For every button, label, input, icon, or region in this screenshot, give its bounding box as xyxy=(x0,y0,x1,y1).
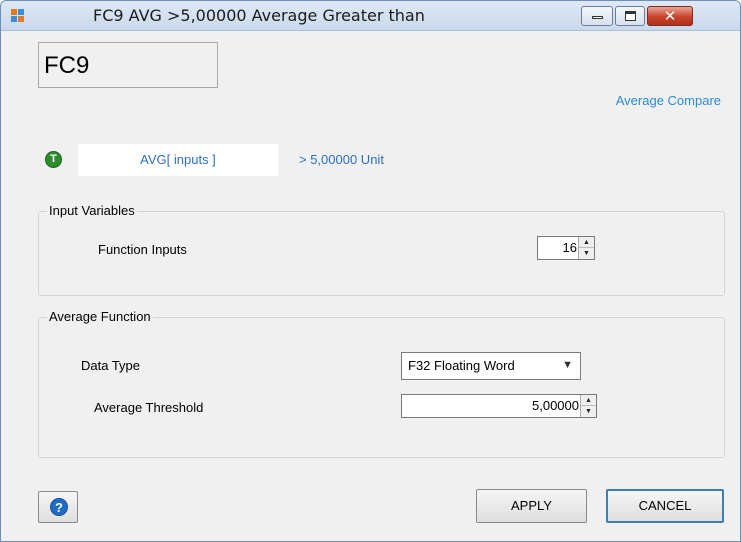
condition-text[interactable]: > 5,00000 Unit xyxy=(299,152,384,167)
close-icon: ✕ xyxy=(663,7,677,25)
maximize-icon xyxy=(625,11,636,21)
title-bar[interactable]: FC9 AVG >5,00000 Average Greater than ✕ xyxy=(1,1,740,31)
average-threshold-value[interactable]: 5,00000 xyxy=(532,398,579,413)
stepper-up-icon[interactable]: ▲ xyxy=(581,395,596,406)
cancel-button[interactable]: CANCEL xyxy=(606,489,724,523)
function-inputs-stepper[interactable]: 16 ▲ ▼ xyxy=(537,236,595,260)
window-title: FC9 AVG >5,00000 Average Greater than xyxy=(93,6,425,25)
stepper-up-icon[interactable]: ▲ xyxy=(579,237,594,248)
average-compare-link[interactable]: Average Compare xyxy=(616,93,721,108)
minimize-button[interactable] xyxy=(581,6,613,26)
minimize-icon xyxy=(592,16,603,19)
help-icon: ? xyxy=(50,498,68,516)
stepper-down-icon[interactable]: ▼ xyxy=(581,406,596,417)
chevron-down-icon: ▼ xyxy=(562,359,573,371)
help-button[interactable]: ? xyxy=(38,491,78,523)
close-button[interactable]: ✕ xyxy=(647,6,693,26)
average-threshold-label: Average Threshold xyxy=(94,400,204,415)
stepper-down-icon[interactable]: ▼ xyxy=(579,248,594,259)
status-t-icon: T xyxy=(45,151,62,168)
average-function-group: Average Function xyxy=(38,309,725,458)
average-function-title: Average Function xyxy=(47,309,153,324)
stepper-buttons: ▲ ▼ xyxy=(580,395,596,417)
maximize-button[interactable] xyxy=(615,6,645,26)
expression-box[interactable]: AVG[ inputs ] xyxy=(78,144,278,176)
app-icon xyxy=(11,9,25,23)
data-type-select[interactable]: F32 Floating Word ▼ xyxy=(401,352,581,380)
average-threshold-stepper[interactable]: 5,00000 ▲ ▼ xyxy=(401,394,597,418)
data-type-label: Data Type xyxy=(81,358,141,373)
dialog-window: FC9 AVG >5,00000 Average Greater than ✕ … xyxy=(0,0,741,542)
function-inputs-value[interactable]: 16 xyxy=(563,240,577,255)
function-name-field[interactable]: FC9 xyxy=(38,42,218,88)
stepper-buttons: ▲ ▼ xyxy=(578,237,594,259)
data-type-value: F32 Floating Word xyxy=(408,358,515,373)
apply-button[interactable]: APPLY xyxy=(476,489,587,523)
input-variables-title: Input Variables xyxy=(47,203,137,218)
function-inputs-label: Function Inputs xyxy=(98,242,187,257)
